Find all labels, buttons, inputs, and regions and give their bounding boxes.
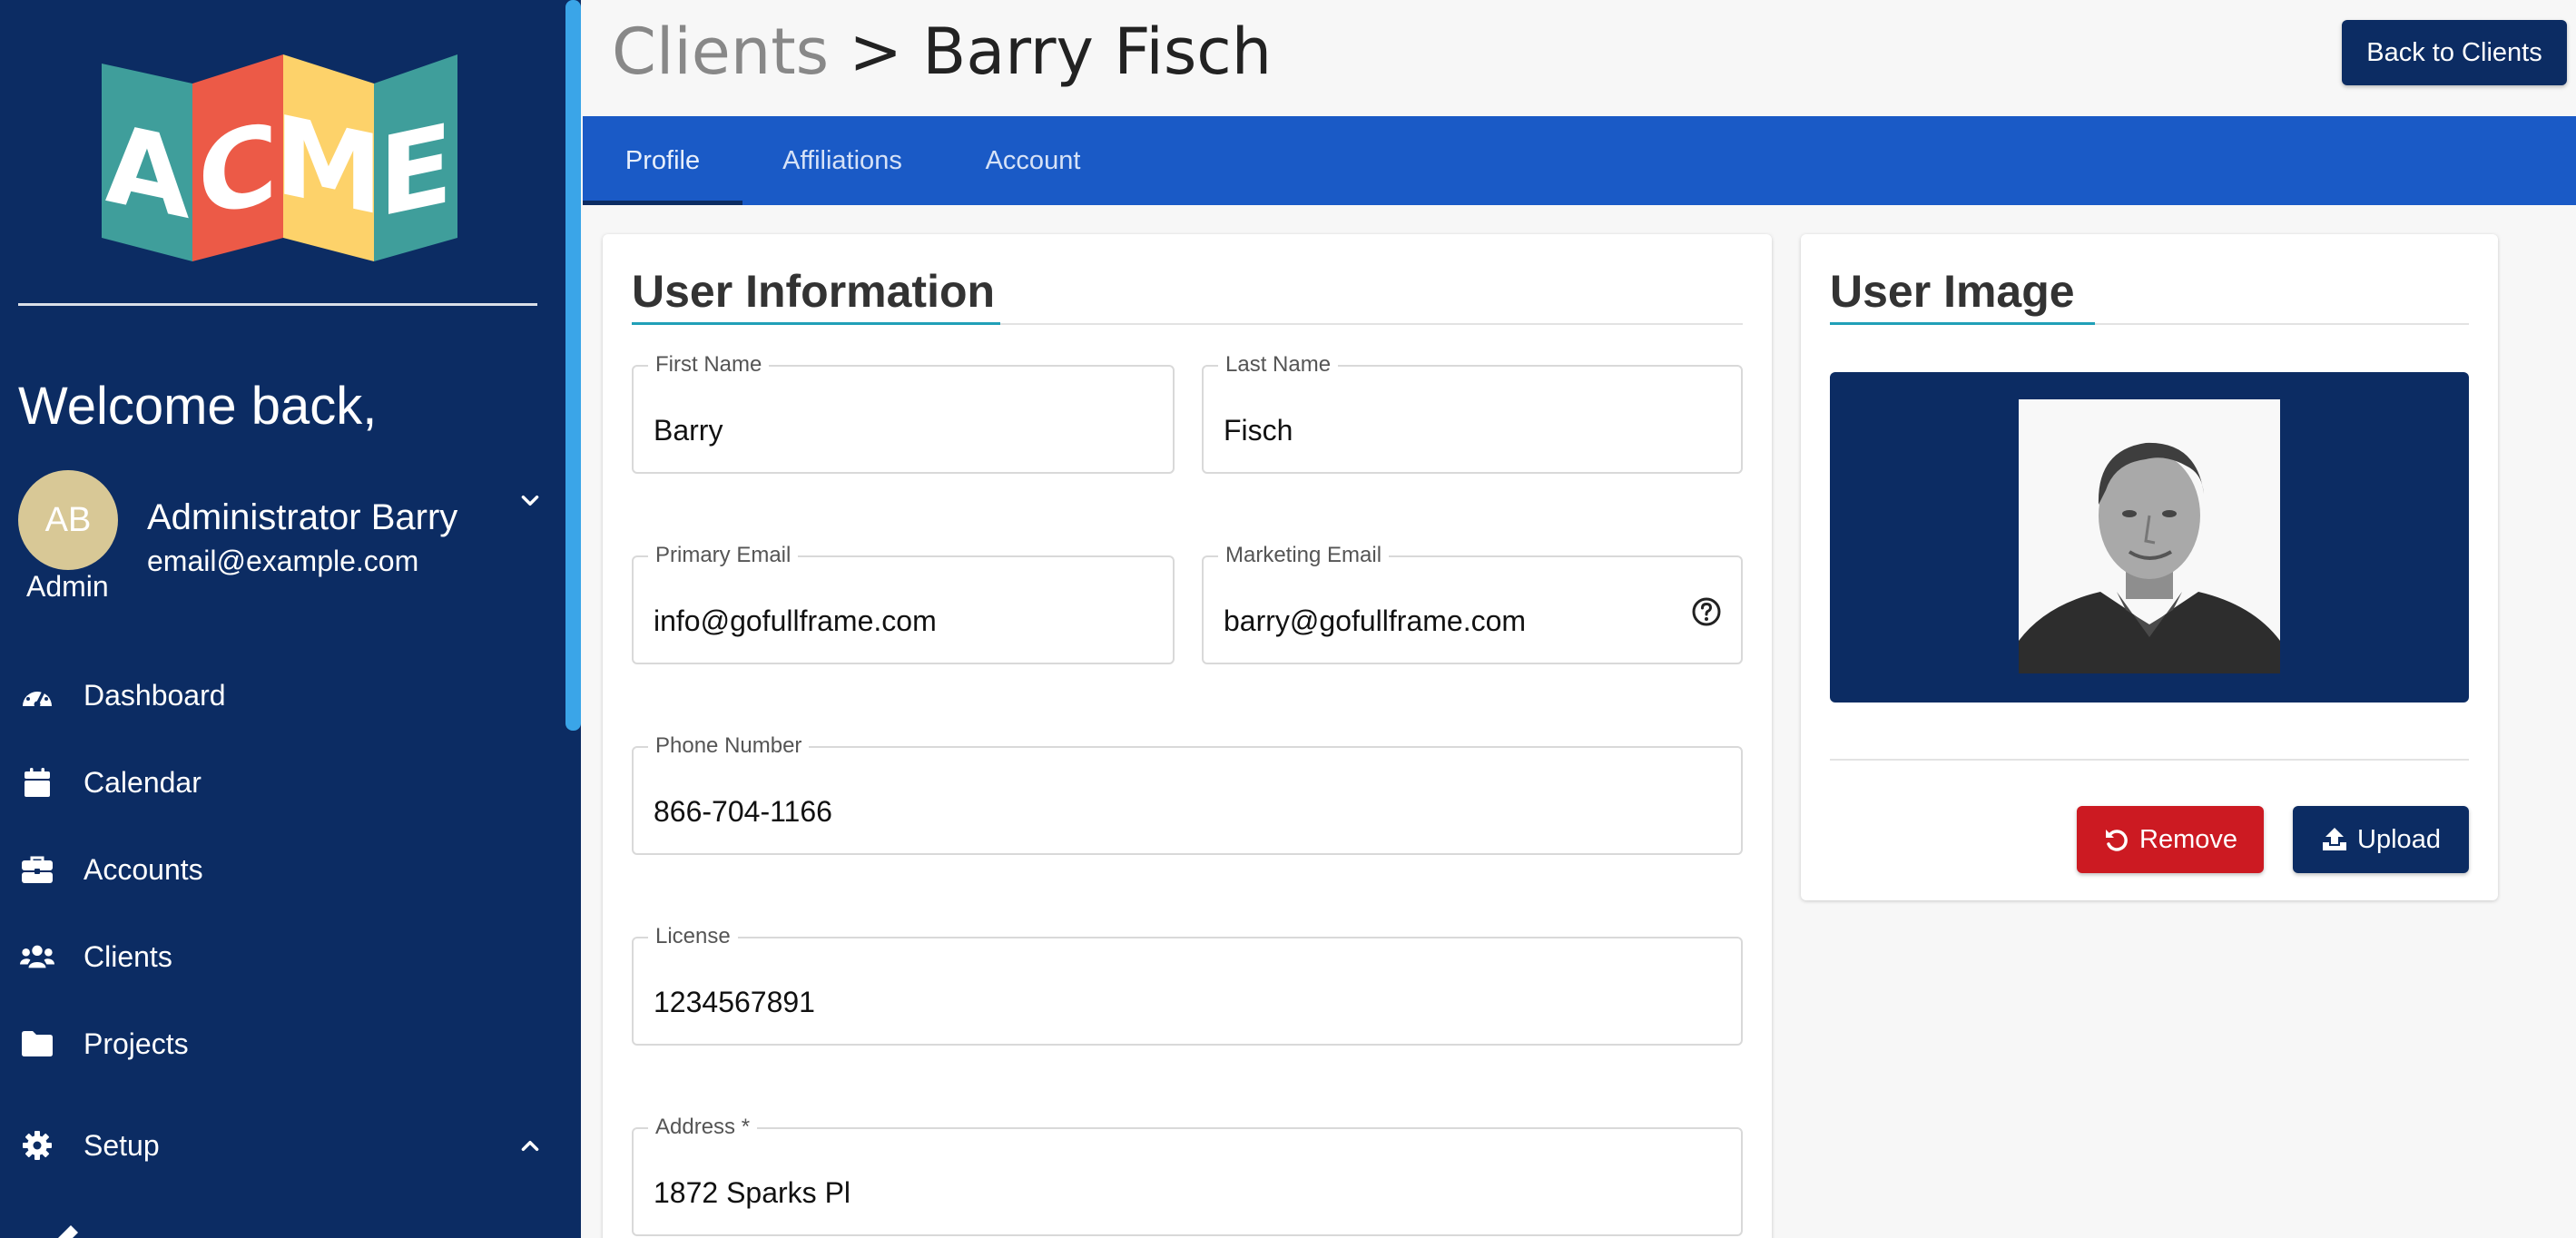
field-label: First Name [648,352,770,378]
page-title: Barry Fisch [922,15,1273,89]
image-divider [1830,759,2469,761]
field-value: 1872 Sparks Pl [654,1176,851,1209]
sidebar-item-label: Calendar [84,765,202,799]
chevron-up-icon[interactable] [514,1129,546,1162]
user-name: Administrator Barry [147,497,458,537]
first-name-field[interactable]: First Name Barry [632,352,1175,474]
tab-profile[interactable]: Profile [583,116,742,205]
avatar[interactable]: AB [18,470,118,570]
svg-text:A: A [105,99,190,244]
user-email: email@example.com [147,545,419,577]
field-label: Phone Number [648,733,810,759]
sidebar-item-accounts[interactable]: Accounts [0,833,565,906]
button-label: Upload [2357,824,2441,854]
sidebar-item-label: Dashboard [84,678,226,712]
users-icon [20,939,54,974]
card-title: User Image [1830,266,2075,317]
sidebar-item-label: Clients [84,939,172,973]
acme-logo: A C M E [102,54,457,261]
address-field[interactable]: Address * 1872 Sparks Pl [632,1115,1743,1236]
card-title: User Information [632,266,996,317]
undo-icon [2106,830,2128,851]
field-value: 866-704-1166 [654,795,832,828]
logo-divider [18,303,537,306]
field-label: Address * [648,1115,758,1140]
field-value: Fisch [1224,414,1293,447]
field-value: info@gofullframe.com [654,604,937,637]
card-title-underline [1830,322,2095,325]
user-role: Admin [26,570,109,603]
breadcrumb: Clients > Barry Fisch [612,15,1272,89]
field-value: Barry [654,414,723,447]
field-label: Marketing Email [1218,543,1390,568]
field-value: barry@gofullframe.com [1224,604,1527,637]
user-image-card: User Image Remove Upload [1801,234,2498,900]
field-label: License [648,924,738,949]
back-to-clients-button[interactable]: Back to Clients [2342,20,2567,85]
avatar-initials: AB [44,500,92,539]
briefcase-icon [20,852,54,887]
license-field[interactable]: License 1234567891 [632,924,1743,1046]
dashboard-icon [20,678,54,712]
active-tab-indicator [583,201,742,205]
sidebar-item-setup[interactable]: Setup [0,1109,565,1182]
tab-bar: Profile Affiliations Account [583,116,2576,205]
card-title-underline [632,322,1000,325]
svg-text:E: E [379,99,453,242]
svg-text:C: C [198,98,278,242]
breadcrumb-separator: > [849,15,923,89]
page-header: Clients > Barry Fisch Back to Clients [581,0,2576,116]
sidebar-item-clients[interactable]: Clients [0,920,565,993]
user-menu-chevron-down-icon[interactable] [514,485,546,517]
upload-icon [2323,828,2347,850]
calendar-icon [20,765,54,800]
sidebar-item-dashboard[interactable]: Dashboard [0,659,565,732]
user-information-card: User Information First Name Barry Last N… [603,234,1772,1238]
sidebar-item-label: Accounts [84,852,203,886]
tab-affiliations[interactable]: Affiliations [742,116,942,205]
folder-icon [20,1027,54,1061]
tab-label: Affiliations [782,145,902,175]
user-photo [2019,399,2280,673]
phone-number-field[interactable]: Phone Number 866-704-1166 [632,733,1743,855]
field-value: 1234567891 [654,986,815,1018]
button-label: Remove [2139,824,2237,854]
upload-image-button[interactable]: Upload [2293,806,2469,873]
sidebar: A C M E Welcome back, AB Admin Administr… [0,0,581,1238]
user-image-frame [1830,372,2469,703]
last-name-field[interactable]: Last Name Fisch [1202,352,1743,474]
tab-account[interactable]: Account [942,116,1124,205]
gear-icon [20,1128,54,1163]
remove-image-button[interactable]: Remove [2077,806,2264,873]
sidebar-scrollbar[interactable] [565,0,581,731]
primary-email-field[interactable]: Primary Email info@gofullframe.com [632,543,1175,664]
svg-text:M: M [274,91,382,241]
marketing-email-field[interactable]: Marketing Email barry@gofullframe.com [1202,543,1743,664]
sidebar-item-projects[interactable]: Projects [0,1007,565,1080]
help-icon[interactable] [1690,595,1723,628]
sidebar-item-label: Projects [84,1027,189,1060]
field-label: Primary Email [648,543,799,568]
tab-label: Account [985,145,1081,175]
breadcrumb-clients-link[interactable]: Clients [612,15,829,89]
sidebar-item-calendar[interactable]: Calendar [0,746,565,819]
partial-edit-icon [47,1223,84,1238]
field-label: Last Name [1218,352,1339,378]
welcome-heading: Welcome back, [18,377,378,436]
sidebar-item-label: Setup [84,1128,160,1162]
tab-label: Profile [624,145,701,175]
